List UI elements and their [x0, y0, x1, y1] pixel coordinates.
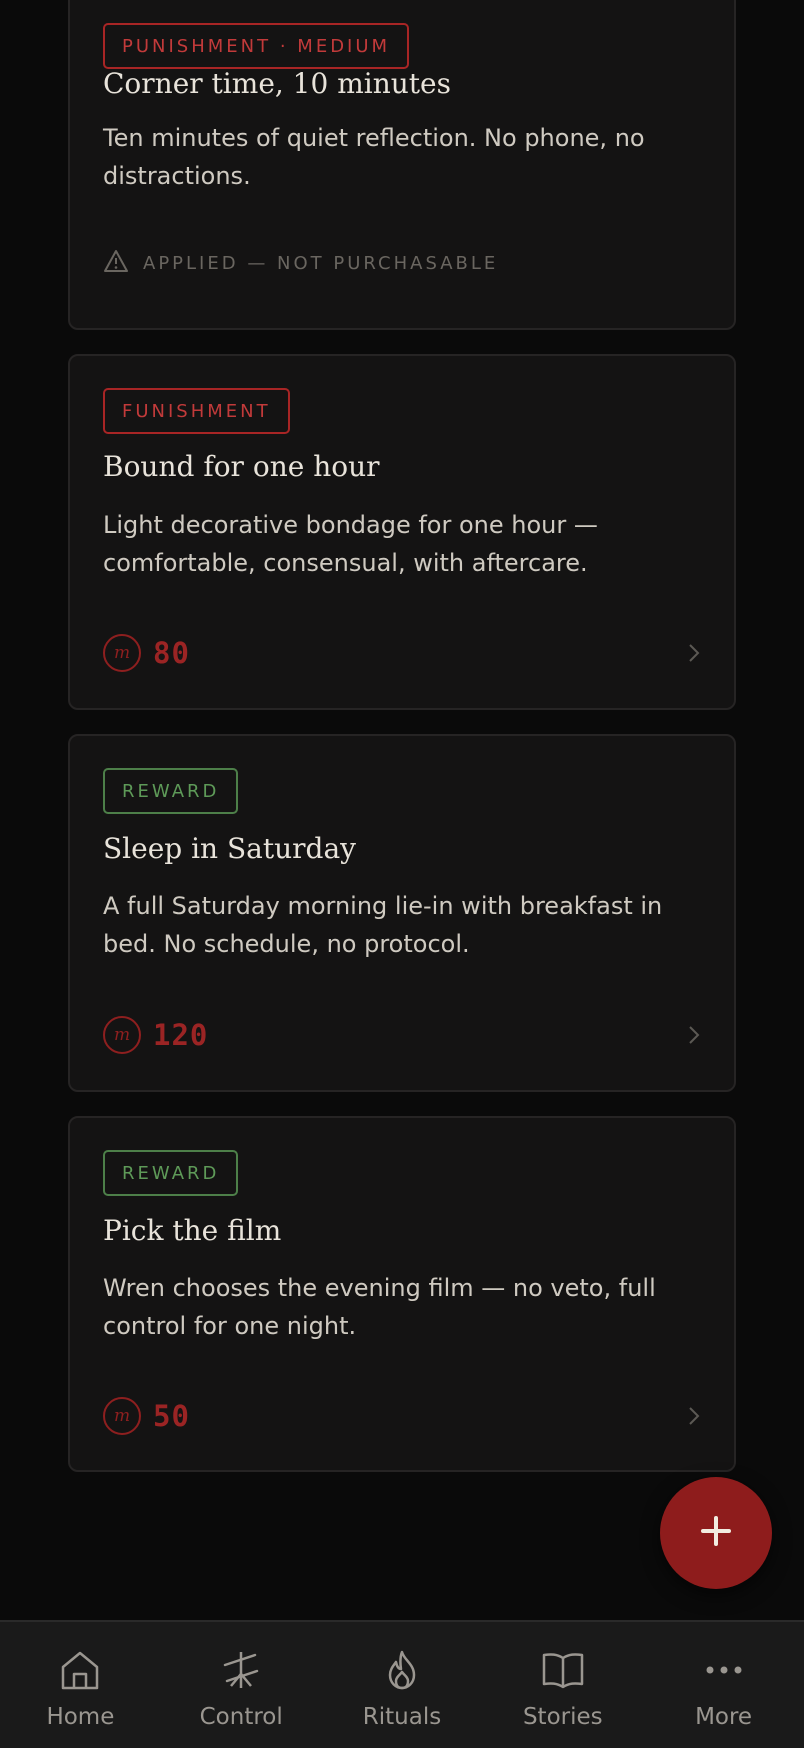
chevron-right-icon[interactable] — [687, 642, 701, 664]
category-tag: FUNISHMENT — [103, 388, 290, 434]
item-description: Light decorative bondage for one hour — … — [103, 511, 598, 577]
list-item: PUNISHMENT · MEDIUM Corner time, 10 minu… — [68, 0, 736, 330]
nav-item-home[interactable]: Home — [0, 1622, 161, 1748]
status-row: APPLIED — NOT PURCHASABLE — [103, 243, 701, 283]
nav-item-more[interactable]: More — [643, 1622, 804, 1748]
nav-label: Stories — [522, 1704, 603, 1730]
price: 80 — [153, 636, 190, 670]
chevron-right-icon[interactable] — [687, 1405, 701, 1427]
item-description: Ten minutes of quiet reflection. No phon… — [103, 124, 645, 190]
status-text: APPLIED — NOT PURCHASABLE — [143, 252, 499, 274]
item-description: A full Saturday morning lie-in with brea… — [103, 892, 663, 958]
nav-label: Control — [199, 1704, 283, 1730]
more-icon — [700, 1646, 748, 1694]
item-title: Sleep in Saturday — [103, 832, 356, 865]
warning-icon — [103, 249, 129, 277]
price: 120 — [153, 1018, 209, 1052]
category-tag: REWARD — [103, 1150, 239, 1196]
nav-label: Rituals — [362, 1704, 442, 1730]
list-item[interactable]: FUNISHMENT Bound for one hour Light deco… — [68, 354, 736, 710]
item-title: Pick the film — [103, 1214, 282, 1247]
nav-item-control[interactable]: Control — [161, 1622, 322, 1748]
list-item[interactable]: REWARD Pick the film Wren chooses the ev… — [68, 1116, 736, 1472]
coin-icon: m — [103, 634, 141, 672]
category-tag: REWARD — [103, 768, 239, 814]
list-item[interactable]: REWARD Sleep in Saturday A full Saturday… — [68, 734, 736, 1092]
control-icon — [217, 1646, 265, 1694]
price-row: m 120 — [103, 1015, 701, 1055]
coin-icon: m — [103, 1016, 141, 1054]
book-icon — [539, 1646, 587, 1694]
item-title: Bound for one hour — [103, 450, 380, 483]
screen: PUNISHMENT · MEDIUM Corner time, 10 minu… — [0, 0, 804, 1748]
flame-icon — [378, 1646, 426, 1694]
home-icon — [56, 1646, 104, 1694]
nav-item-stories[interactable]: Stories — [482, 1622, 643, 1748]
add-button[interactable] — [660, 1477, 772, 1589]
price-row: m 80 — [103, 633, 701, 673]
category-tag: PUNISHMENT · MEDIUM — [103, 23, 410, 69]
plus-icon — [699, 1514, 733, 1552]
nav-item-rituals[interactable]: Rituals — [322, 1622, 483, 1748]
item-description: Wren chooses the evening film — no veto,… — [103, 1274, 656, 1340]
nav-label: More — [695, 1704, 753, 1730]
item-title: Corner time, 10 minutes — [103, 67, 451, 100]
nav-label: Home — [46, 1704, 115, 1730]
price-row: m 50 — [103, 1396, 701, 1436]
coin-icon: m — [103, 1397, 141, 1435]
bottom-nav: Home Control Rituals Stories More — [0, 1620, 804, 1748]
chevron-right-icon[interactable] — [687, 1024, 701, 1046]
price: 50 — [153, 1399, 190, 1433]
